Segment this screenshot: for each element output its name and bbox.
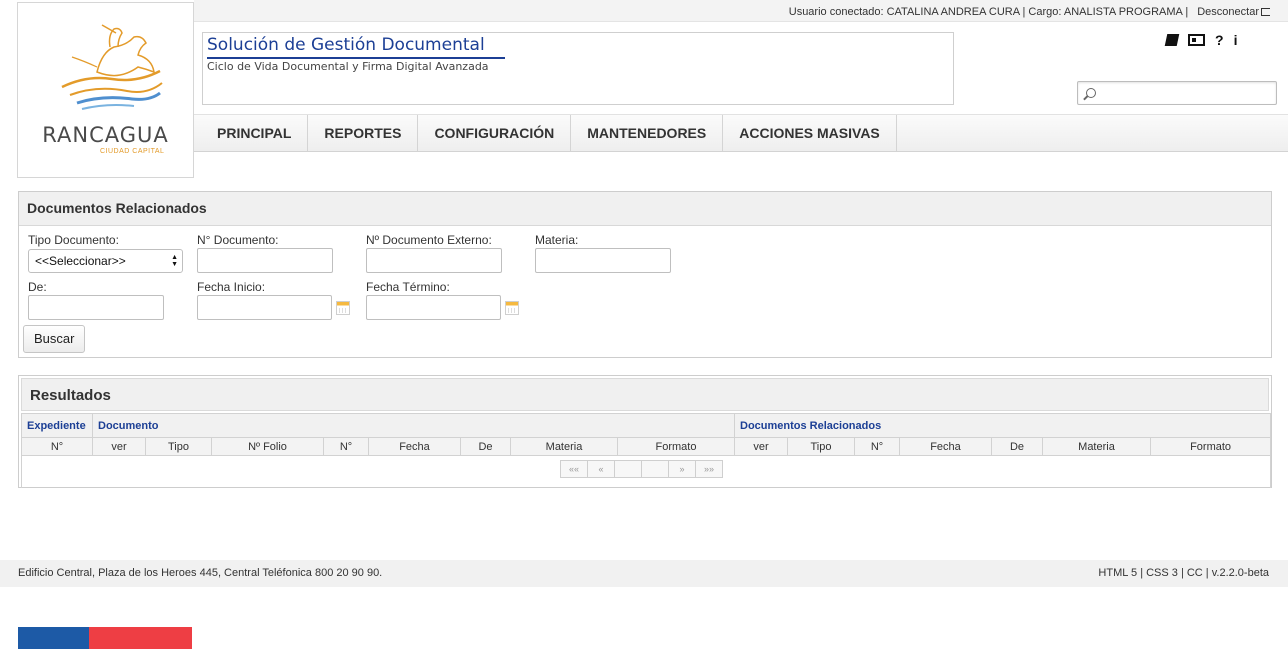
logout-link[interactable]: Desconectar (1197, 6, 1259, 18)
user-bar: Usuario conectado: CATALINA ANDREA CURA … (194, 0, 1288, 22)
logo-city: RANCAGUA (42, 123, 169, 147)
tipo-documento-value: <<Seleccionar>> (35, 254, 126, 268)
col-doc-tipo[interactable]: Tipo (145, 437, 212, 456)
pager-page-slot[interactable] (614, 460, 642, 478)
logo-tagline: CIUDAD CAPITAL (100, 148, 165, 155)
page: Usuario conectado: CATALINA ANDREA CURA … (0, 0, 1288, 653)
col-rel-materia[interactable]: Materia (1042, 437, 1151, 456)
tipo-documento-select[interactable]: <<Seleccionar>> ▲ ▼ (28, 249, 183, 273)
nav-acciones-masivas[interactable]: ACCIONES MASIVAS (723, 115, 897, 151)
col-rel-ver[interactable]: ver (734, 437, 788, 456)
fecha-inicio-input[interactable] (197, 295, 332, 320)
select-arrows-icon: ▲ ▼ (171, 254, 178, 268)
col-expediente-n[interactable]: N° (21, 437, 93, 456)
pager-last-button[interactable]: »» (695, 460, 723, 478)
fecha-termino-input[interactable] (366, 295, 501, 320)
results-title: Resultados (21, 378, 1269, 411)
group-documentos-relacionados: Documentos Relacionados (733, 413, 1272, 438)
footer-version: HTML 5 | CSS 3 | CC | v.2.2.0-beta (1098, 567, 1269, 579)
pager-first-button[interactable]: «« (560, 460, 588, 478)
nav-reportes[interactable]: REPORTES (308, 115, 419, 151)
help-icon[interactable]: ? (1215, 32, 1224, 48)
fecha-termino-calendar-icon[interactable] (505, 301, 519, 315)
nav-mantenedores[interactable]: MANTENEDORES (571, 115, 724, 151)
flag-stripe-blue (18, 627, 89, 649)
table-group-header: Expediente Documento Documentos Relacion… (21, 413, 1272, 438)
fecha-inicio-calendar-icon[interactable] (336, 301, 350, 315)
col-doc-materia[interactable]: Materia (510, 437, 618, 456)
header-icons: ? i (1164, 32, 1238, 48)
de-label: De: (28, 280, 47, 294)
nav-configuracion[interactable]: CONFIGURACIÓN (418, 115, 572, 151)
fecha-termino-label: Fecha Término: (366, 280, 450, 294)
col-rel-formato[interactable]: Formato (1149, 437, 1272, 456)
col-rel-fecha[interactable]: Fecha (899, 437, 992, 456)
col-doc-folio[interactable]: Nº Folio (211, 437, 324, 456)
pager: «« « » »» (560, 460, 723, 478)
n-documento-label: N° Documento: (197, 233, 279, 247)
tipo-documento-label: Tipo Documento: (28, 233, 119, 247)
n-documento-input[interactable] (197, 248, 333, 273)
header-search-input[interactable] (1077, 81, 1277, 105)
flag-stripe-red (89, 627, 192, 649)
pager-page-slot[interactable] (641, 460, 669, 478)
group-expediente: Expediente (21, 413, 93, 438)
search-icon (1086, 88, 1096, 98)
n-documento-externo-input[interactable] (366, 248, 502, 273)
documentos-relacionados-panel: Documentos Relacionados Tipo Documento: … (18, 191, 1272, 358)
nav-principal[interactable]: PRINCIPAL (194, 115, 309, 151)
manual-book-icon[interactable] (1164, 34, 1180, 46)
info-icon[interactable]: i (1234, 32, 1238, 48)
materia-label: Materia: (535, 233, 579, 247)
group-documento: Documento (92, 413, 735, 438)
user-info: Usuario conectado: CATALINA ANDREA CURA … (788, 6, 1189, 18)
logo: RANCAGUA CIUDAD CAPITAL (17, 2, 194, 178)
news-icon[interactable] (1188, 34, 1205, 46)
col-rel-tipo[interactable]: Tipo (787, 437, 855, 456)
fecha-inicio-label: Fecha Inicio: (197, 280, 266, 294)
pager-next-button[interactable]: » (668, 460, 696, 478)
resultados-panel: Resultados Expediente Documento Document… (18, 375, 1272, 488)
col-doc-de[interactable]: De (460, 437, 511, 456)
horse-rider-logo-icon (61, 24, 163, 110)
pager-prev-button[interactable]: « (587, 460, 615, 478)
app-subtitle: Ciclo de Vida Documental y Firma Digital… (207, 60, 489, 73)
app-title-box: Solución de Gestión Documental Ciclo de … (202, 32, 954, 105)
col-doc-fecha[interactable]: Fecha (368, 437, 461, 456)
col-rel-de[interactable]: De (991, 437, 1043, 456)
footer: Edificio Central, Plaza de los Heroes 44… (0, 560, 1288, 587)
n-documento-externo-label: Nº Documento Externo: (366, 233, 492, 247)
main-nav: PRINCIPAL REPORTES CONFIGURACIÓN MANTENE… (194, 114, 1288, 152)
de-input[interactable] (28, 295, 164, 320)
panel-title: Documentos Relacionados (19, 192, 1271, 226)
logout-icon[interactable] (1261, 8, 1270, 16)
footer-address: Edificio Central, Plaza de los Heroes 44… (18, 567, 383, 579)
col-rel-n[interactable]: N° (854, 437, 900, 456)
materia-input[interactable] (535, 248, 671, 273)
buscar-button[interactable]: Buscar (23, 325, 86, 353)
app-title: Solución de Gestión Documental (207, 35, 505, 59)
col-doc-n[interactable]: N° (323, 437, 369, 456)
col-doc-formato[interactable]: Formato (617, 437, 735, 456)
table-column-header: N° ver Tipo Nº Folio N° Fecha De Materia… (21, 437, 1272, 456)
col-doc-ver[interactable]: ver (92, 437, 146, 456)
